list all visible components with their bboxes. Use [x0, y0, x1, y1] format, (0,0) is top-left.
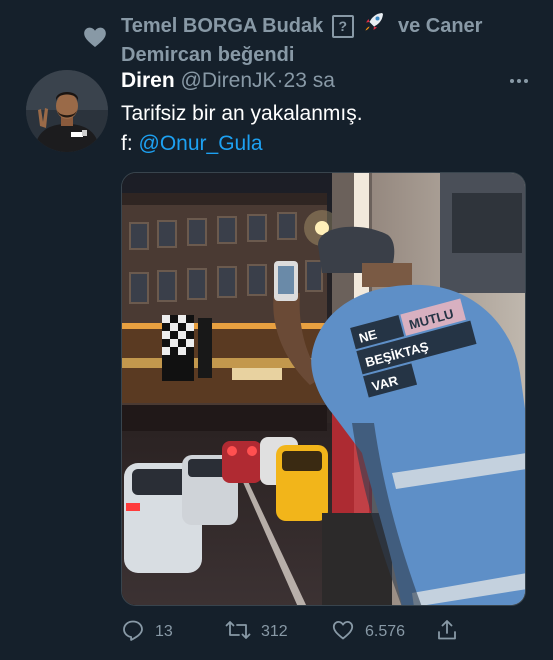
tweet-text-line: Tarifsiz bir an yakalanmış.: [121, 102, 363, 125]
rocket-icon: [362, 10, 386, 42]
mention-link[interactable]: @Onur_Gula: [139, 132, 263, 155]
unknown-glyph-box: ?: [331, 15, 354, 38]
retweet-count: 312: [261, 623, 288, 640]
tweet-media-photo[interactable]: NE MUTLU BEŞİKTAŞ VAR: [121, 172, 526, 606]
reply-count: 13: [155, 623, 173, 640]
social-context-names[interactable]: Temel BORGA Budak: [121, 15, 323, 37]
share-icon: [435, 618, 469, 647]
like-icon: [331, 618, 365, 647]
tweet-text: Tarifsiz bir an yakalanmış. f: @Onur_Gul…: [121, 99, 531, 159]
tweet-text-prefix: f:: [121, 132, 139, 155]
reply-button[interactable]: 13: [121, 617, 173, 647]
tweet-action-bar: 13 312 6.576: [121, 617, 526, 647]
like-count: 6.576: [365, 623, 406, 640]
like-button[interactable]: 6.576: [331, 617, 405, 647]
heart-icon: [82, 24, 108, 50]
tweet-header: Diren @DirenJK·23 sa: [121, 67, 531, 95]
retweet-button[interactable]: 312: [225, 617, 288, 647]
avatar[interactable]: [26, 70, 108, 152]
author-display-name[interactable]: Diren: [121, 69, 175, 92]
tweet-timestamp[interactable]: 23 sa: [284, 69, 335, 92]
share-button[interactable]: [435, 617, 469, 647]
retweet-icon: [225, 618, 261, 647]
more-options-icon[interactable]: [507, 69, 531, 93]
social-context: Temel BORGA Budak ? ve Caner Demircan be…: [121, 10, 541, 69]
reply-icon: [121, 618, 155, 647]
separator-dot: ·: [276, 69, 284, 92]
author-handle[interactable]: @DirenJK: [181, 69, 277, 92]
